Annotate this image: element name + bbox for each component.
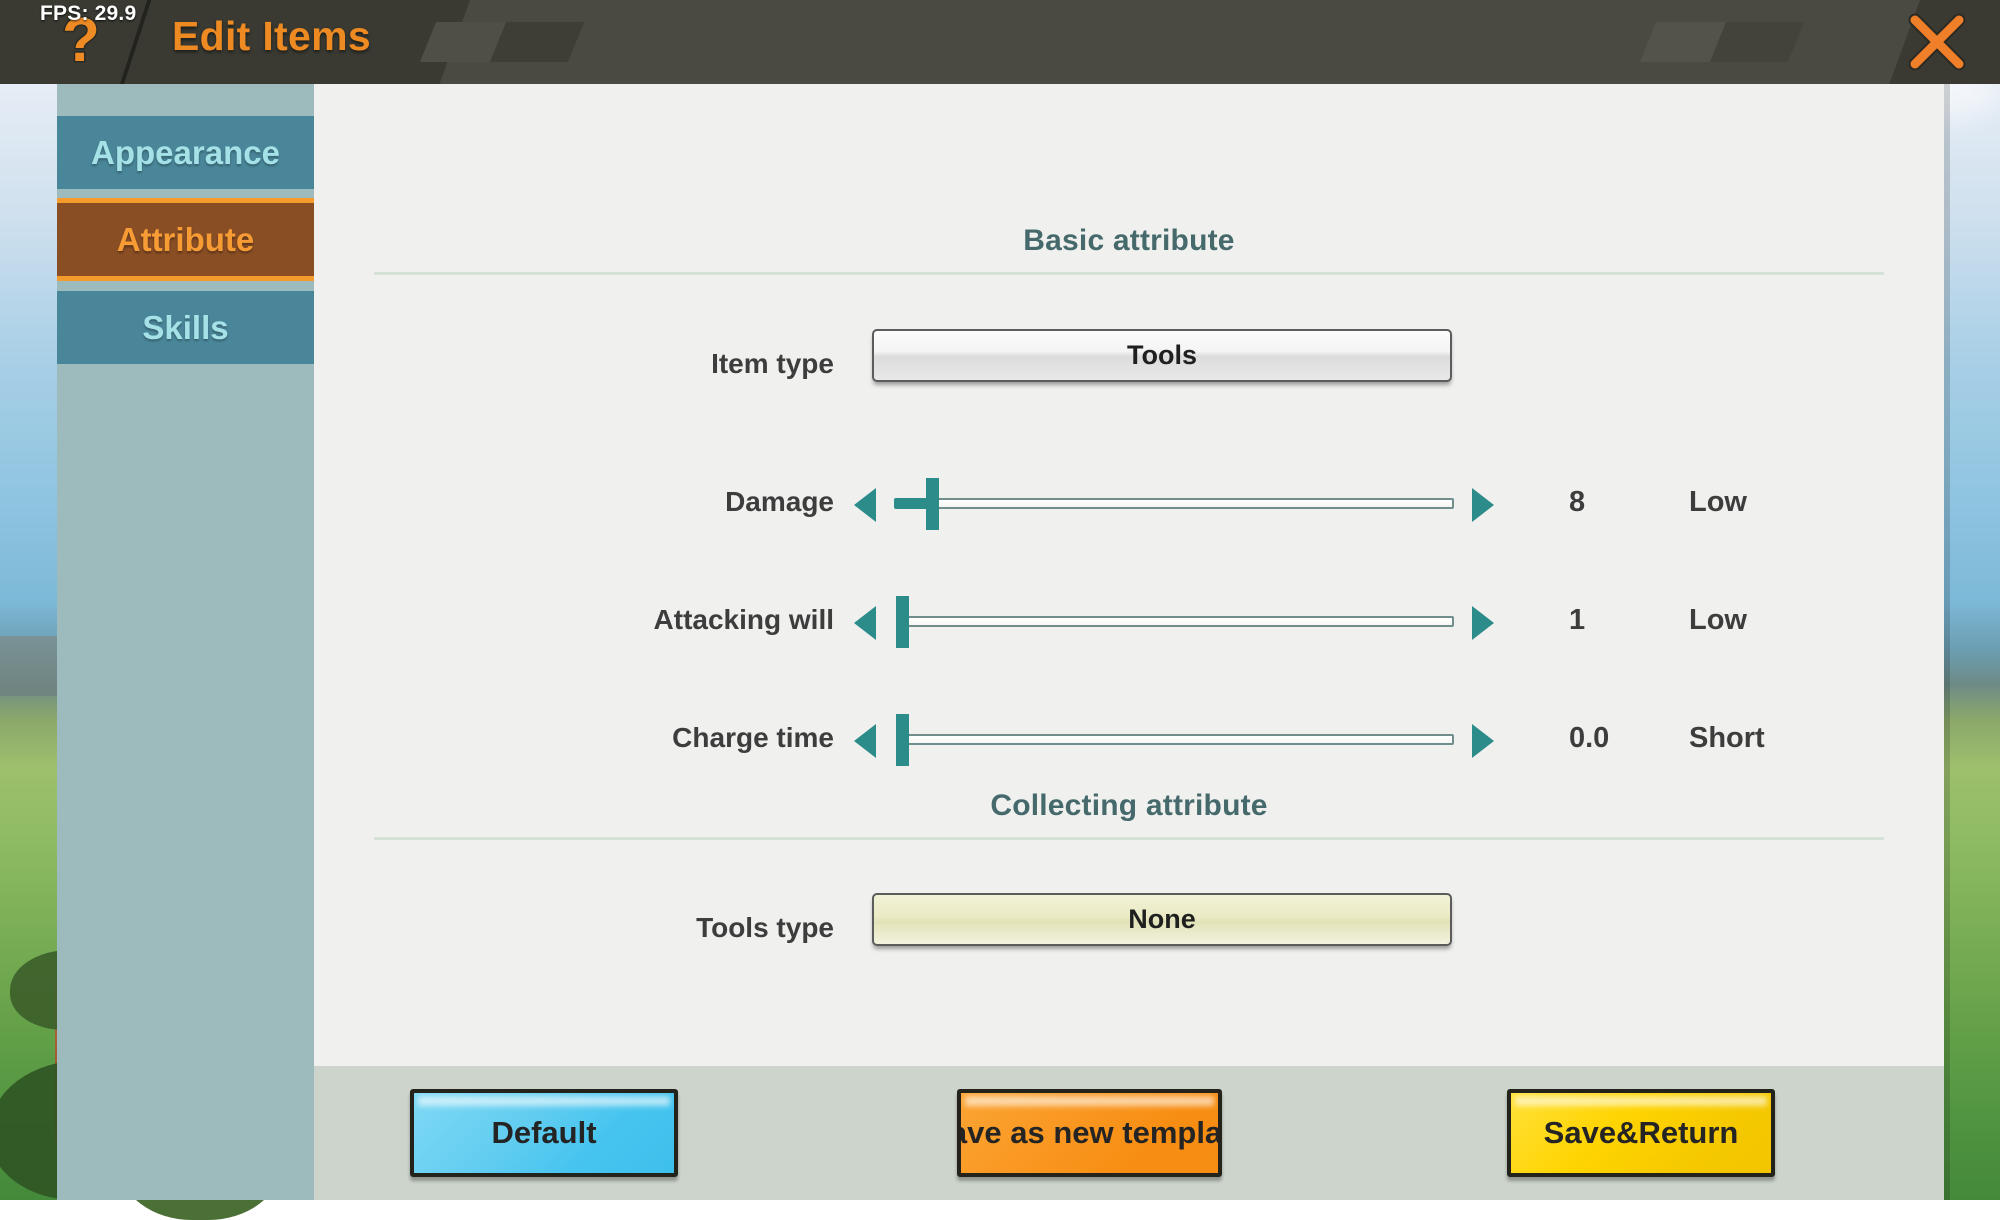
default-button-label: Default xyxy=(491,1115,596,1151)
close-x-icon[interactable] xyxy=(1902,8,1972,76)
damage-slider-track[interactable] xyxy=(932,498,1454,509)
attacking-will-label: Attacking will xyxy=(314,585,834,655)
damage-quality: Low xyxy=(1689,467,1909,537)
attacking-will-quality: Low xyxy=(1689,585,1909,655)
button-highlight xyxy=(418,1096,670,1106)
charge-time-decrement-arrow-icon[interactable] xyxy=(854,724,876,758)
page-title: Edit Items xyxy=(172,13,371,60)
button-highlight xyxy=(965,1096,1214,1106)
item-type-label: Item type xyxy=(314,329,834,399)
charge-time-slider-thumb[interactable] xyxy=(896,714,909,766)
title-bar: FPS: 29.9 ? Edit Items xyxy=(0,0,2000,84)
attacking-will-slider-thumb[interactable] xyxy=(896,596,909,648)
fps-counter: FPS: 29.9 xyxy=(40,2,136,26)
titlebar-diamond-decor xyxy=(490,22,584,62)
charge-time-label: Charge time xyxy=(314,703,834,773)
panel-edge-shadow xyxy=(1944,84,1950,1200)
footer-bar: Default Save as new template Save&Return xyxy=(314,1066,1944,1200)
sidebar: Appearance Attribute Skills xyxy=(57,84,314,1200)
sidebar-tab-label: Appearance xyxy=(91,134,280,172)
section-divider xyxy=(374,837,1884,840)
save-and-return-button-label: Save&Return xyxy=(1544,1115,1739,1151)
titlebar-diamond-decor xyxy=(1710,22,1804,62)
row-tools-type: Tools type None xyxy=(314,893,1944,963)
charge-time-quality: Short xyxy=(1689,703,1929,773)
save-as-new-template-button[interactable]: Save as new template xyxy=(957,1089,1222,1177)
damage-increment-arrow-icon[interactable] xyxy=(1472,488,1494,522)
charge-time-slider[interactable] xyxy=(854,703,1534,773)
tools-type-label: Tools type xyxy=(314,893,834,963)
section-header-basic-attribute: Basic attribute xyxy=(314,224,1944,275)
section-divider xyxy=(374,272,1884,275)
charge-time-increment-arrow-icon[interactable] xyxy=(1472,724,1494,758)
row-item-type: Item type Tools xyxy=(314,329,1944,399)
row-charge-time: Charge time 0.0 Short xyxy=(314,703,1944,773)
button-highlight xyxy=(1515,1096,1767,1106)
default-button[interactable]: Default xyxy=(410,1089,678,1177)
row-attacking-will: Attacking will 1 Low xyxy=(314,585,1944,655)
section-title: Basic attribute xyxy=(314,224,1944,258)
save-as-new-template-button-label: Save as new template xyxy=(957,1115,1222,1151)
damage-decrement-arrow-icon[interactable] xyxy=(854,488,876,522)
damage-slider-thumb[interactable] xyxy=(926,478,939,530)
main-panel: Basic attribute Item type Tools Damage 8… xyxy=(314,84,1944,1066)
attacking-will-slider[interactable] xyxy=(854,585,1534,655)
item-type-dropdown[interactable]: Tools xyxy=(872,329,1452,382)
sidebar-tab-label: Skills xyxy=(142,309,228,347)
sidebar-tab-label: Attribute xyxy=(117,221,254,259)
attacking-will-decrement-arrow-icon[interactable] xyxy=(854,606,876,640)
row-damage: Damage 8 Low xyxy=(314,467,1944,537)
tools-type-value: None xyxy=(1128,904,1196,935)
attacking-will-slider-track[interactable] xyxy=(900,616,1454,627)
attacking-will-value: 1 xyxy=(1569,585,1689,655)
damage-slider[interactable] xyxy=(854,467,1534,537)
save-and-return-button[interactable]: Save&Return xyxy=(1507,1089,1775,1177)
charge-time-value: 0.0 xyxy=(1569,703,1709,773)
attacking-will-increment-arrow-icon[interactable] xyxy=(1472,606,1494,640)
damage-label: Damage xyxy=(314,467,834,537)
damage-value: 8 xyxy=(1569,467,1689,537)
section-header-collecting-attribute: Collecting attribute xyxy=(314,789,1944,840)
tools-type-dropdown[interactable]: None xyxy=(872,893,1452,946)
item-type-value: Tools xyxy=(1127,340,1197,371)
sidebar-tab-attribute[interactable]: Attribute xyxy=(57,198,314,281)
section-title: Collecting attribute xyxy=(314,789,1944,823)
charge-time-slider-track[interactable] xyxy=(900,734,1454,745)
sidebar-tab-skills[interactable]: Skills xyxy=(57,291,314,364)
sidebar-tab-appearance[interactable]: Appearance xyxy=(57,116,314,189)
